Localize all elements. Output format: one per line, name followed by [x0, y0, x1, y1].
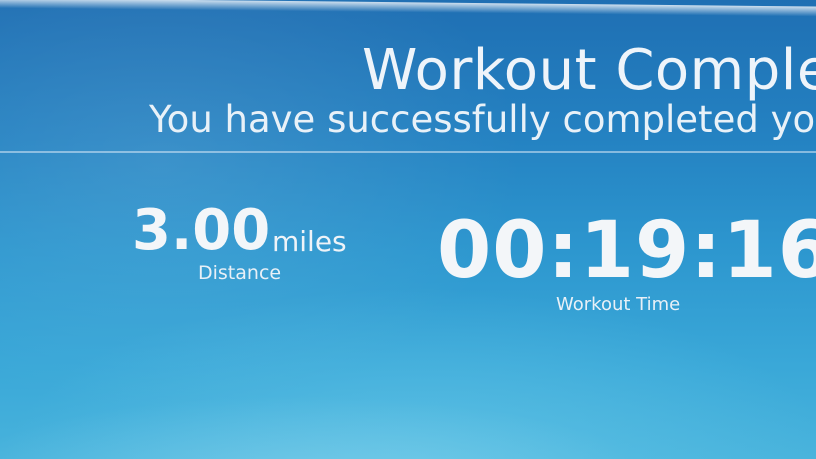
distance-label: Distance	[198, 262, 282, 284]
workout-complete-screen: Workout Complete You have successfully c…	[0, 0, 816, 459]
screen-top-edge	[0, 0, 816, 17]
distance-unit: miles	[272, 225, 347, 258]
header-divider	[0, 151, 816, 153]
page-title: Workout Complete	[362, 38, 816, 103]
screen-glare	[0, 360, 816, 459]
distance-value: 3.00	[132, 198, 271, 263]
workout-time-label: Workout Time	[556, 294, 681, 315]
workout-time-value: 00:19:16	[437, 206, 816, 296]
page-subtitle: You have successfully completed your	[149, 98, 816, 141]
